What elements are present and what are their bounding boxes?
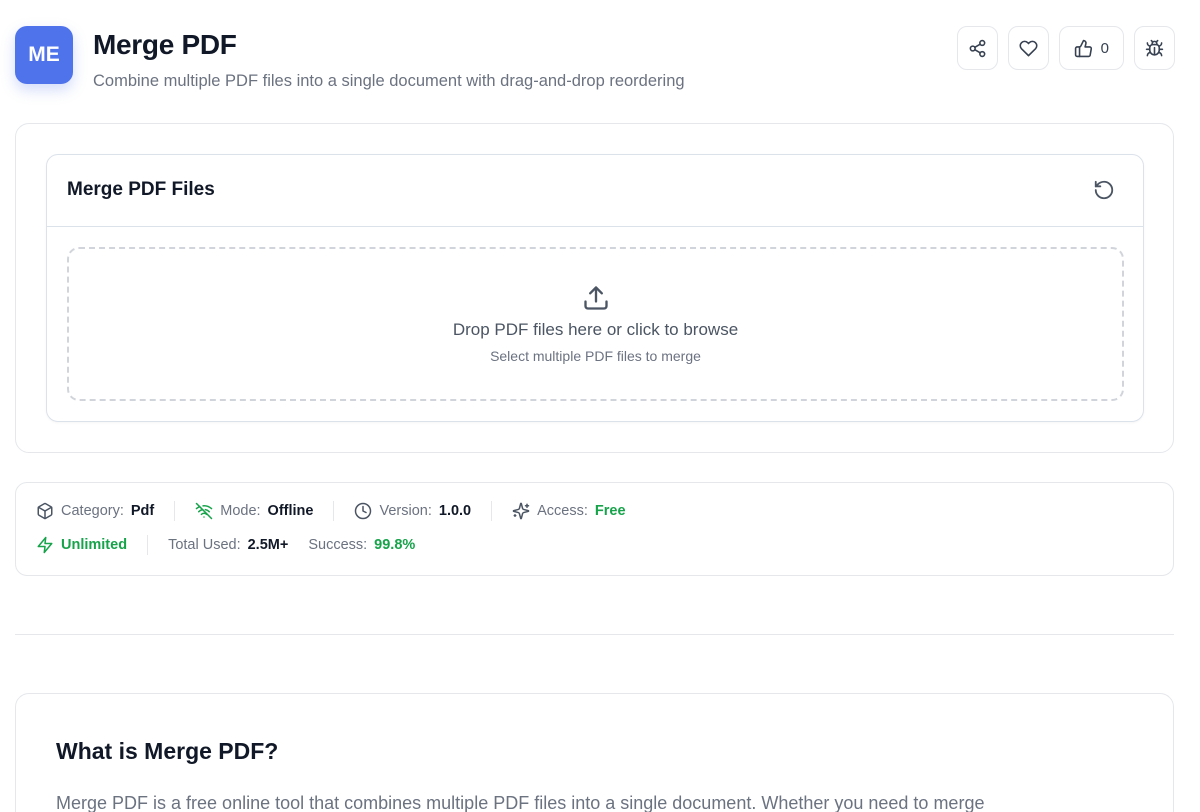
meta-row: Category: Pdf Mode: Offline Version: 1.0…	[36, 501, 626, 521]
meta-total-value: 2.5M+	[247, 537, 289, 553]
upload-icon	[583, 286, 608, 310]
meta-separator	[333, 501, 335, 521]
meta-unlimited: Unlimited	[36, 536, 127, 554]
tool-header: ME Merge PDF Combine multiple PDF files …	[15, 26, 1175, 96]
lightning-icon	[37, 536, 53, 554]
meta-category: Category: Pdf	[36, 502, 154, 520]
meta-unlimited-label: Unlimited	[61, 537, 128, 553]
tool-container: Merge PDF Files Drop PDF files here or c…	[15, 123, 1174, 453]
meta-version-value: 1.0.0	[438, 503, 472, 519]
meta-success-label: Success:	[308, 537, 368, 553]
page-subtitle: Combine multiple PDF files into a single…	[93, 72, 685, 90]
meta-access-label: Access:	[537, 503, 588, 519]
dropzone-title: Drop PDF files here or click to browse	[452, 320, 739, 339]
meta-separator	[491, 501, 493, 521]
share-icon	[969, 39, 986, 57]
merge-card-title: Merge PDF Files	[67, 179, 215, 200]
favorite-button[interactable]	[1007, 26, 1049, 70]
wifi-off-icon	[195, 502, 213, 520]
meta-row: Unlimited Total Used: 2.5M+ Success: 99.…	[36, 535, 415, 555]
meta-mode-label: Mode:	[220, 503, 261, 519]
report-bug-button[interactable]	[1134, 26, 1175, 70]
meta-version-label: Version:	[379, 503, 432, 519]
meta-mode: Mode: Offline	[195, 502, 313, 520]
tool-meta-panel: Category: Pdf Mode: Offline Version: 1.0…	[15, 482, 1174, 576]
bug-icon	[1145, 39, 1164, 56]
page-title: Merge PDF	[93, 29, 237, 60]
meta-total-used: Total Used: 2.5M+	[168, 537, 288, 553]
merge-card-header: Merge PDF Files	[47, 155, 1143, 227]
meta-category-value: Pdf	[130, 503, 155, 519]
clock-icon	[355, 502, 372, 520]
meta-category-label: Category:	[61, 503, 124, 519]
package-icon	[37, 502, 53, 520]
header-actions: 0	[956, 26, 1175, 70]
meta-version: Version: 1.0.0	[354, 502, 471, 520]
meta-access-value: Free	[594, 503, 626, 519]
meta-mode-value: Offline	[267, 503, 314, 519]
about-text: Merge PDF is a free online tool that com…	[56, 793, 985, 812]
thumbs-up-icon	[1074, 39, 1092, 57]
sparkles-icon	[512, 502, 530, 520]
heart-icon	[1019, 40, 1038, 56]
merge-card: Merge PDF Files Drop PDF files here or c…	[46, 154, 1144, 422]
section-divider	[15, 634, 1174, 635]
share-button[interactable]	[956, 26, 998, 70]
tool-logo: ME	[15, 26, 73, 84]
about-section: What is Merge PDF? Merge PDF is a free o…	[15, 693, 1174, 812]
meta-total-label: Total Used:	[168, 537, 241, 553]
like-count: 0	[1100, 39, 1109, 57]
meta-access: Access: Free	[512, 502, 626, 520]
about-title: What is Merge PDF?	[56, 738, 279, 764]
meta-success-value: 99.8%	[374, 537, 416, 553]
like-button[interactable]: 0	[1058, 26, 1124, 70]
file-dropzone[interactable]: Drop PDF files here or click to browse S…	[67, 247, 1124, 401]
meta-separator	[147, 535, 149, 555]
meta-success: Success: 99.8%	[308, 537, 415, 553]
dropzone-hint: Select multiple PDF files to merge	[490, 348, 701, 364]
reset-icon	[1094, 180, 1114, 200]
meta-separator	[174, 501, 176, 521]
reset-button[interactable]	[1091, 177, 1117, 203]
